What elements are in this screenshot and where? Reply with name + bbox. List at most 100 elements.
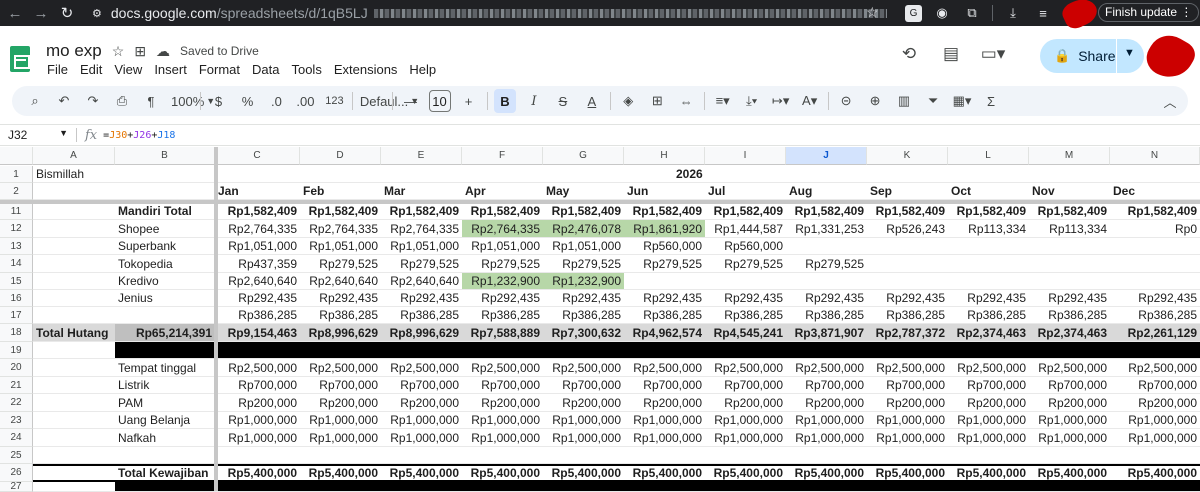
- frozen-column-divider[interactable]: [214, 147, 218, 491]
- obligation-value-cell[interactable]: Rp200,000: [786, 394, 867, 411]
- sheets-logo-icon[interactable]: [10, 46, 30, 72]
- debt-value-cell[interactable]: Rp560,000: [624, 238, 705, 254]
- debt-label-cell[interactable]: Tokopedia: [115, 255, 215, 272]
- column-header-j[interactable]: J: [786, 147, 867, 165]
- menu-help[interactable]: Help: [409, 62, 436, 77]
- debt-value-cell[interactable]: Rp292,435: [1110, 290, 1200, 306]
- obligation-value-cell[interactable]: Rp200,000: [381, 394, 462, 411]
- debt-value-cell[interactable]: Rp1,051,000: [215, 238, 300, 254]
- obligation-value-cell[interactable]: Rp1,000,000: [215, 429, 300, 446]
- insert-comment-icon[interactable]: ⊕: [864, 89, 886, 113]
- doc-title[interactable]: mo exp: [46, 41, 102, 61]
- obligation-value-cell[interactable]: Rp1,000,000: [381, 412, 462, 428]
- obligation-value-cell[interactable]: Rp700,000: [381, 377, 462, 393]
- column-header-h[interactable]: H: [624, 147, 705, 165]
- obligation-value-cell[interactable]: Rp1,000,000: [300, 412, 381, 428]
- obligation-value-cell[interactable]: Rp1,000,000: [543, 429, 624, 446]
- debt-value-cell[interactable]: Rp292,435: [543, 290, 624, 306]
- debt-value-cell[interactable]: Rp386,285: [215, 307, 300, 323]
- move-folder-icon[interactable]: ⊞: [134, 43, 146, 60]
- row-header[interactable]: 20: [0, 359, 33, 377]
- debt-value-cell[interactable]: Rp526,243: [867, 220, 948, 237]
- total-hutang-cell[interactable]: Rp3,871,907: [786, 324, 867, 341]
- debt-value-cell[interactable]: Rp279,525: [624, 255, 705, 272]
- debt-value-cell[interactable]: Rp1,582,409: [300, 203, 381, 219]
- obligation-value-cell[interactable]: Rp2,500,000: [705, 359, 786, 376]
- debt-value-cell[interactable]: Rp1,582,409: [786, 203, 867, 219]
- month-header-cell[interactable]: Jan: [215, 183, 300, 199]
- row-header[interactable]: 23: [0, 412, 33, 429]
- column-header-k[interactable]: K: [867, 147, 948, 165]
- obligation-label-cell[interactable]: PAM: [115, 394, 215, 411]
- debt-value-cell[interactable]: Rp279,525: [786, 255, 867, 272]
- column-header-f[interactable]: F: [462, 147, 543, 165]
- insert-chart-icon[interactable]: ▥: [893, 89, 915, 113]
- horizontal-align-icon[interactable]: ≡▾: [712, 89, 734, 113]
- debt-value-cell[interactable]: Rp279,525: [462, 255, 543, 272]
- menu-format[interactable]: Format: [199, 62, 240, 77]
- debt-value-cell[interactable]: Rp292,435: [462, 290, 543, 306]
- debt-value-cell[interactable]: Rp2,640,640: [300, 273, 381, 289]
- debt-value-cell[interactable]: [624, 273, 705, 289]
- obligation-value-cell[interactable]: Rp1,000,000: [705, 412, 786, 428]
- total-hutang-cell[interactable]: Rp2,374,463: [1029, 324, 1110, 341]
- frozen-row-divider[interactable]: [0, 200, 1200, 204]
- share-button[interactable]: 🔒 Share ▼: [1040, 39, 1144, 73]
- month-header-cell[interactable]: Mar: [381, 183, 462, 199]
- bookmark-star-icon[interactable]: ☆: [866, 4, 879, 21]
- menu-extensions[interactable]: Extensions: [334, 62, 398, 77]
- debt-value-cell[interactable]: [786, 238, 867, 254]
- total-hutang-cell[interactable]: Rp7,588,889: [462, 324, 543, 341]
- total-kewajiban-cell[interactable]: Rp5,400,000: [543, 466, 624, 480]
- debt-value-cell[interactable]: Rp386,285: [462, 307, 543, 323]
- debt-value-cell[interactable]: Rp1,051,000: [543, 238, 624, 254]
- star-icon[interactable]: ☆: [112, 43, 125, 60]
- debt-value-cell[interactable]: Rp386,285: [867, 307, 948, 323]
- obligation-value-cell[interactable]: Rp1,000,000: [867, 429, 948, 446]
- filter-icon[interactable]: ⏷: [922, 89, 944, 113]
- obligation-value-cell[interactable]: Rp1,000,000: [543, 412, 624, 428]
- obligation-value-cell[interactable]: Rp1,000,000: [1110, 412, 1200, 428]
- row-header[interactable]: 19: [0, 342, 33, 359]
- strikethrough-icon[interactable]: S: [552, 89, 574, 113]
- obligation-value-cell[interactable]: Rp700,000: [543, 377, 624, 393]
- debt-value-cell[interactable]: Rp1,582,409: [381, 203, 462, 219]
- debt-value-cell[interactable]: Rp113,334: [948, 220, 1029, 237]
- obligation-value-cell[interactable]: Rp1,000,000: [786, 429, 867, 446]
- search-menus-icon[interactable]: ⌕: [24, 89, 46, 113]
- debt-value-cell[interactable]: Rp292,435: [948, 290, 1029, 306]
- debt-value-cell[interactable]: Rp279,525: [705, 255, 786, 272]
- month-header-cell[interactable]: Jun: [624, 183, 705, 199]
- insert-link-icon[interactable]: ⊝: [835, 89, 857, 113]
- extensions-icon[interactable]: ⧉: [962, 3, 982, 23]
- column-header-m[interactable]: M: [1029, 147, 1110, 165]
- debt-value-cell[interactable]: Rp292,435: [705, 290, 786, 306]
- meet-icon[interactable]: ▭▾: [981, 42, 1005, 66]
- font-select[interactable]: Defaul...▼: [360, 89, 385, 113]
- obligation-value-cell[interactable]: Rp2,500,000: [624, 359, 705, 376]
- cell-a1[interactable]: Bismillah: [33, 166, 153, 182]
- row-header[interactable]: 26: [0, 464, 33, 482]
- debt-value-cell[interactable]: Rp437,359: [215, 255, 300, 272]
- obligation-value-cell[interactable]: Rp700,000: [867, 377, 948, 393]
- debt-value-cell[interactable]: Rp2,764,335: [215, 220, 300, 237]
- obligation-value-cell[interactable]: Rp2,500,000: [948, 359, 1029, 376]
- text-color-icon[interactable]: A: [581, 89, 603, 113]
- font-size-input[interactable]: 10: [429, 90, 451, 112]
- obligation-value-cell[interactable]: Rp2,500,000: [1029, 359, 1110, 376]
- obligation-value-cell[interactable]: Rp1,000,000: [1110, 429, 1200, 446]
- debt-value-cell[interactable]: [1029, 273, 1110, 289]
- decrease-decimal-button[interactable]: .0: [265, 89, 287, 113]
- obligation-value-cell[interactable]: Rp700,000: [705, 377, 786, 393]
- total-kewajiban-cell[interactable]: Rp5,400,000: [381, 466, 462, 480]
- debt-value-cell[interactable]: Rp113,334: [1029, 220, 1110, 237]
- obligation-value-cell[interactable]: Rp1,000,000: [462, 429, 543, 446]
- column-header-l[interactable]: L: [948, 147, 1029, 165]
- total-hutang-grand[interactable]: Rp65,214,391: [115, 324, 215, 341]
- debt-value-cell[interactable]: Rp2,764,335: [381, 220, 462, 237]
- total-kewajiban-cell[interactable]: Rp5,400,000: [1029, 466, 1110, 480]
- debt-value-cell[interactable]: Rp1,232,900: [462, 273, 543, 289]
- column-header-c[interactable]: C: [215, 147, 300, 165]
- row-header[interactable]: 15: [0, 273, 33, 290]
- row-header[interactable]: 17: [0, 307, 33, 324]
